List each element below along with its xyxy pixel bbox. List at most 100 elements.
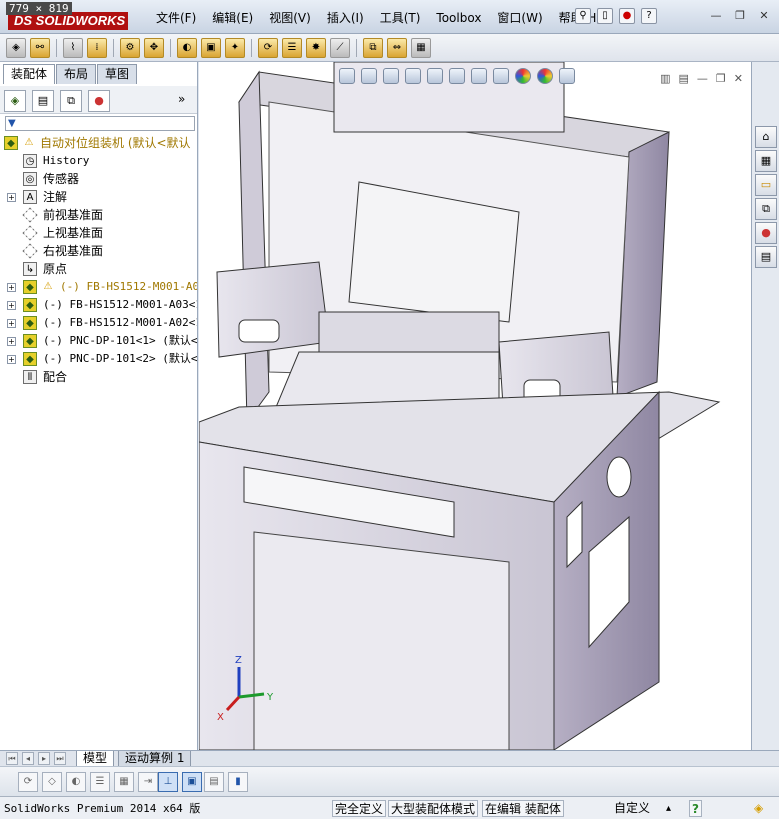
property-manager-icon[interactable]: ▤	[32, 90, 54, 112]
pattern-icon[interactable]: ⁞	[87, 37, 107, 58]
tree-item[interactable]: ◷ History	[0, 152, 197, 170]
menu-file[interactable]: 文件(F)	[148, 10, 204, 26]
shaded-view-icon[interactable]: ▣	[182, 772, 202, 792]
display-manager-icon[interactable]: ●	[88, 90, 110, 112]
tag-icon[interactable]: ◈	[754, 800, 763, 817]
hide-show-items-icon[interactable]	[493, 68, 509, 84]
tab-layout[interactable]: 布局	[56, 64, 97, 84]
interference-detection-icon[interactable]: ⧉	[363, 37, 383, 58]
explode-line-icon[interactable]: ⟋	[330, 37, 350, 58]
table-icon[interactable]: ▤	[204, 772, 224, 792]
hide-icon[interactable]: ◐	[66, 772, 86, 792]
prev-tab-icon[interactable]: ◂	[22, 752, 34, 765]
tree-root[interactable]: ◆ ⚠ 自动对位组装机 (默认<默认	[0, 134, 197, 152]
custom-properties-icon[interactable]: ▤	[755, 246, 777, 268]
units-up-arrow-icon[interactable]: ▴	[666, 800, 671, 817]
menu-window[interactable]: 窗口(W)	[489, 10, 550, 26]
zoom-to-fit-icon[interactable]	[339, 68, 355, 84]
help-icon[interactable]: ?	[689, 800, 702, 817]
display-style-icon[interactable]	[471, 68, 487, 84]
tree-item[interactable]: ↳ 原点	[0, 260, 197, 278]
viewport-restore-icon[interactable]: ❐	[716, 72, 726, 85]
tree-item[interactable]: 右视基准面	[0, 242, 197, 260]
view-orientation-icon[interactable]	[449, 68, 465, 84]
bill-of-materials-icon[interactable]: ☰	[282, 37, 302, 58]
zoom-to-area-icon[interactable]	[361, 68, 377, 84]
graphics-viewport[interactable]: Z Y X ▥ ▤ — ❐ ✕	[199, 62, 751, 750]
tree-item[interactable]: + ◆ (-) FB-HS1512-M001-A03<1>	[0, 296, 197, 314]
tab-assembly[interactable]: 装配体	[3, 64, 56, 84]
cube-icon[interactable]: ◇	[42, 772, 62, 792]
exploded-view-icon[interactable]: ✸	[306, 37, 326, 58]
feature-manager-icon[interactable]: ◈	[4, 90, 26, 112]
next-tab-icon[interactable]: ▸	[38, 752, 50, 765]
tree-item[interactable]: + ◆ (-) PNC-DP-101<2> (默认<	[0, 350, 197, 368]
new-motion-study-icon[interactable]: ⟳	[258, 37, 278, 58]
tree-item[interactable]: + ◆ (-) PNC-DP-101<1> (默认<	[0, 332, 197, 350]
link-views-icon[interactable]: ▤	[679, 72, 689, 85]
menu-tools[interactable]: 工具(T)	[372, 10, 429, 26]
edit-appearance-icon[interactable]	[515, 68, 531, 84]
help-icon[interactable]: ?	[641, 8, 657, 24]
appearances-scenes-icon[interactable]: ●	[755, 222, 777, 244]
mate-icon[interactable]: ⚯	[30, 37, 50, 58]
tree-item[interactable]: + A 注解	[0, 188, 197, 206]
expand-toggle-icon[interactable]: +	[7, 355, 16, 364]
smart-fastener-icon[interactable]: ⚙	[120, 37, 140, 58]
traffic-light-icon[interactable]: ●	[619, 8, 635, 24]
expand-toggle-icon[interactable]: +	[7, 337, 16, 346]
dynamic-annotation-icon[interactable]	[427, 68, 443, 84]
tree-item[interactable]: ◎ 传感器	[0, 170, 197, 188]
save-icon[interactable]: ▮	[228, 772, 248, 792]
tab-sketch[interactable]: 草图	[97, 64, 138, 84]
tree-item[interactable]: + ◆ ⚠ (-) FB-HS1512-M001-A01<	[0, 278, 197, 296]
tree-item[interactable]: + ◆ (-) FB-HS1512-M001-A02<1>	[0, 314, 197, 332]
units-selector[interactable]: 自定义	[614, 800, 650, 817]
new-document-icon[interactable]: ▯	[597, 8, 613, 24]
split-view-icon[interactable]: ▥	[660, 72, 670, 85]
rebuild-icon[interactable]: ⟳	[18, 772, 38, 792]
assembly-features-icon[interactable]: ▣	[201, 37, 221, 58]
minimize-icon[interactable]: —	[708, 9, 724, 23]
section-view-icon[interactable]	[405, 68, 421, 84]
reference-geometry-icon[interactable]: ✦	[225, 37, 245, 58]
move-component-icon[interactable]: ✥	[144, 37, 164, 58]
file-explorer-icon[interactable]: ▭	[755, 174, 777, 196]
expand-toggle-icon[interactable]: +	[7, 283, 16, 292]
menu-view[interactable]: 视图(V)	[261, 10, 319, 26]
viewport-close-icon[interactable]: ✕	[734, 72, 743, 85]
large-assembly-mode[interactable]: 大型装配体模式	[388, 800, 479, 817]
tree-item[interactable]: 前视基准面	[0, 206, 197, 224]
instant3d-icon[interactable]: ▦	[411, 37, 431, 58]
pin-icon[interactable]: ⚲	[575, 8, 591, 24]
menu-insert[interactable]: 插入(I)	[319, 10, 372, 26]
design-library-icon[interactable]: ▦	[755, 150, 777, 172]
tree-filter[interactable]: ▼	[5, 116, 195, 131]
align-icon[interactable]: ⇥	[138, 772, 158, 792]
show-hidden-icon[interactable]: ◐	[177, 37, 197, 58]
expand-toggle-icon[interactable]: +	[7, 301, 16, 310]
expand-panel-icon[interactable]: »	[178, 92, 185, 106]
expand-toggle-icon[interactable]: +	[7, 193, 16, 202]
solidworks-resources-icon[interactable]: ⌂	[755, 126, 777, 148]
first-tab-icon[interactable]: ⏮	[6, 752, 18, 765]
tab-motion-study[interactable]: 运动算例 1	[118, 751, 192, 767]
clearance-check-icon[interactable]: ⇔	[387, 37, 407, 58]
viewport-minimize-icon[interactable]: —	[697, 72, 708, 85]
tree-item[interactable]: 上视基准面	[0, 224, 197, 242]
tree-item[interactable]: ⫴ 配合	[0, 368, 197, 386]
menu-edit[interactable]: 编辑(E)	[204, 10, 261, 26]
list-icon[interactable]: ☰	[90, 772, 110, 792]
last-tab-icon[interactable]: ⏭	[54, 752, 66, 765]
view-settings-icon[interactable]	[559, 68, 575, 84]
close-icon[interactable]: ✕	[756, 9, 772, 23]
previous-view-icon[interactable]	[383, 68, 399, 84]
configuration-manager-icon[interactable]: ⧉	[60, 90, 82, 112]
restore-icon[interactable]: ❐	[732, 9, 748, 23]
grid-icon[interactable]: ▦	[114, 772, 134, 792]
view-palette-icon[interactable]: ⧉	[755, 198, 777, 220]
chart-axes-icon[interactable]: ⊥	[158, 772, 178, 792]
paperclip-icon[interactable]: ⌇	[63, 37, 83, 58]
insert-component-icon[interactable]: ◈	[6, 37, 26, 58]
menu-toolbox[interactable]: Toolbox	[428, 10, 489, 26]
